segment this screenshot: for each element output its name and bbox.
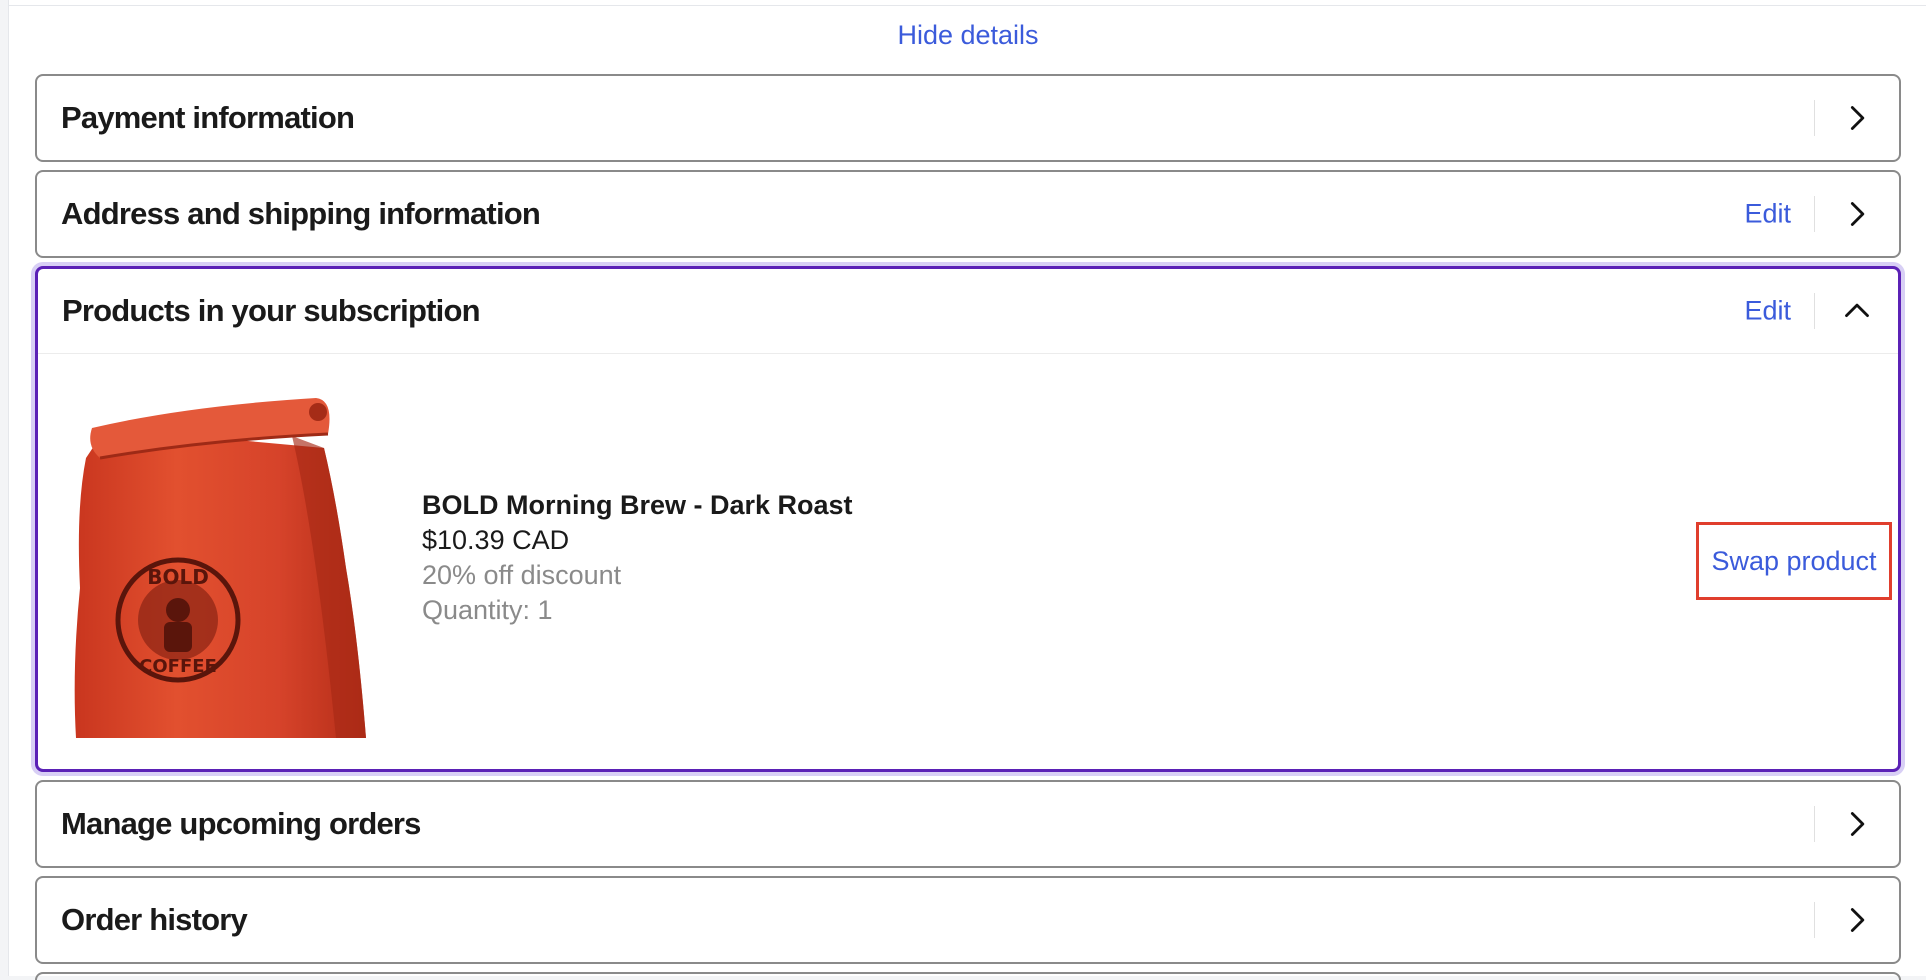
panel-header[interactable]: Products in your subscription Edit xyxy=(38,269,1898,353)
top-divider xyxy=(9,5,1926,6)
subscription-details-page: Hide details Payment information Address… xyxy=(8,0,1926,980)
panel-header[interactable]: Payment information xyxy=(37,76,1899,160)
chevron-right-icon[interactable] xyxy=(1843,906,1871,934)
payment-information-panel[interactable]: Payment information xyxy=(35,74,1901,162)
panel-header[interactable]: Address and shipping information Edit xyxy=(37,172,1899,256)
hide-details-link[interactable]: Hide details xyxy=(9,20,1926,51)
next-panel-edge xyxy=(35,972,1901,980)
header-divider xyxy=(1814,806,1815,842)
product-image: BOLD COFFEE xyxy=(66,388,396,738)
header-divider xyxy=(1814,293,1815,329)
svg-text:BOLD: BOLD xyxy=(147,565,209,589)
edit-address-link[interactable]: Edit xyxy=(1744,199,1791,230)
product-quantity: Quantity: 1 xyxy=(422,595,553,625)
product-discount: 20% off discount xyxy=(422,560,622,590)
address-shipping-panel[interactable]: Address and shipping information Edit xyxy=(35,170,1901,258)
chevron-right-icon[interactable] xyxy=(1843,104,1871,132)
panel-title: Products in your subscription xyxy=(62,293,481,328)
chevron-up-icon[interactable] xyxy=(1843,297,1871,325)
panel-title: Payment information xyxy=(61,100,355,135)
edit-products-link[interactable]: Edit xyxy=(1744,296,1791,327)
chevron-right-icon[interactable] xyxy=(1843,200,1871,228)
product-name: BOLD Morning Brew - Dark Roast xyxy=(422,490,853,520)
panel-title: Order history xyxy=(61,902,248,937)
swap-product-button[interactable]: Swap product xyxy=(1696,522,1892,600)
order-history-panel[interactable]: Order history xyxy=(35,876,1901,964)
panel-title: Manage upcoming orders xyxy=(61,806,421,841)
header-divider xyxy=(1814,100,1815,136)
header-divider xyxy=(1814,196,1815,232)
products-subscription-panel[interactable]: Products in your subscription Edit BOLD … xyxy=(35,266,1901,772)
manage-upcoming-orders-panel[interactable]: Manage upcoming orders xyxy=(35,780,1901,868)
header-divider xyxy=(1814,902,1815,938)
coffee-bag-image: BOLD COFFEE xyxy=(74,398,367,738)
product-price: $10.39 CAD xyxy=(422,525,570,555)
product-details: BOLD Morning Brew - Dark Roast $10.39 CA… xyxy=(422,488,853,628)
svg-text:COFFEE: COFFEE xyxy=(139,656,217,677)
chevron-right-icon[interactable] xyxy=(1843,810,1871,838)
products-list: BOLD COFFEE BOLD Morning Brew - Dark Roa… xyxy=(38,353,1898,769)
panel-title: Address and shipping information xyxy=(61,196,541,231)
panel-header[interactable]: Order history xyxy=(37,878,1899,962)
panel-header[interactable]: Manage upcoming orders xyxy=(37,782,1899,866)
